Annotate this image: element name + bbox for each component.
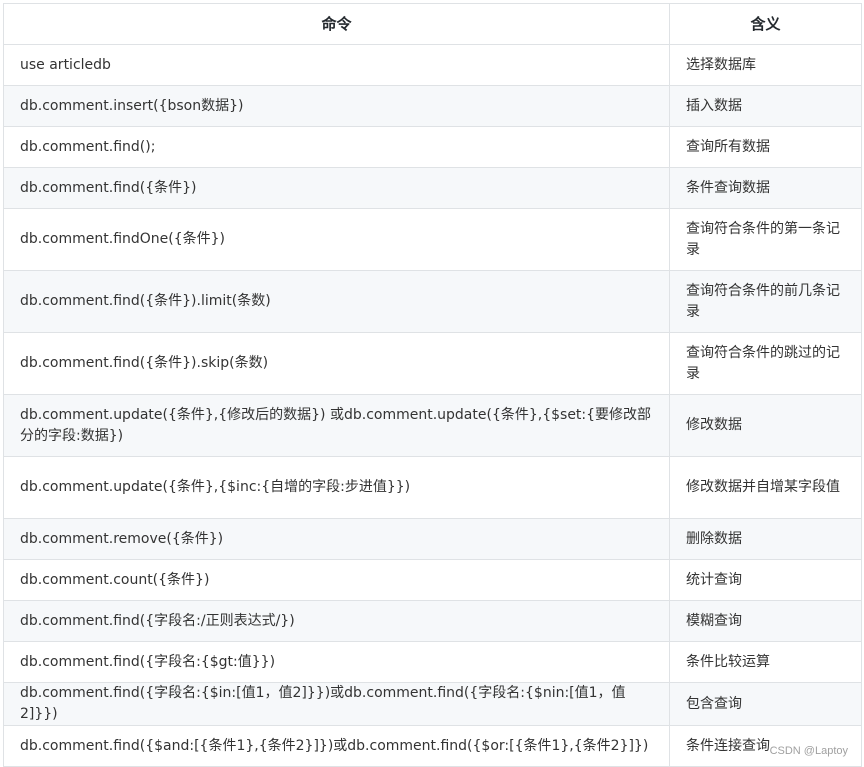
table-row: db.comment.find({条件}).skip(条数) 查询符合条件的跳过… (3, 332, 862, 395)
command-cell: db.comment.find(); (3, 126, 670, 168)
csdn-watermark: CSDN @Laptoy (769, 745, 848, 757)
mongodb-command-table-container: 命令 含义 use articledb 选择数据库 db.comment.ins… (3, 3, 862, 767)
table-row: db.comment.find({字段名:{$in:[值1，值2]}})或db.… (3, 682, 862, 726)
command-cell: db.comment.findOne({条件}) (3, 208, 670, 271)
command-cell: db.comment.find({条件}) (3, 167, 670, 209)
command-cell: db.comment.find({字段名:{$gt:值}}) (3, 641, 670, 683)
command-cell: db.comment.find({条件}).limit(条数) (3, 270, 670, 333)
command-cell: use articledb (3, 44, 670, 86)
command-cell: db.comment.update({条件},{修改后的数据}) 或db.com… (3, 394, 670, 457)
meaning-cell: 修改数据 (669, 394, 862, 457)
table-row: db.comment.find({$and:[{条件1},{条件2}]})或db… (3, 725, 862, 767)
command-cell: db.comment.find({字段名:{$in:[值1，值2]}})或db.… (3, 682, 670, 726)
command-cell: db.comment.find({$and:[{条件1},{条件2}]})或db… (3, 725, 670, 767)
table-row: db.comment.update({条件},{修改后的数据}) 或db.com… (3, 394, 862, 457)
command-cell: db.comment.find({字段名:/正则表达式/}) (3, 600, 670, 642)
meaning-cell: 条件比较运算 (669, 641, 862, 683)
command-cell: db.comment.count({条件}) (3, 559, 670, 601)
meaning-cell: 删除数据 (669, 518, 862, 560)
table-row: db.comment.find({条件}).limit(条数) 查询符合条件的前… (3, 270, 862, 333)
table-row: db.comment.findOne({条件}) 查询符合条件的第一条记录 (3, 208, 862, 271)
table-row: db.comment.find({字段名:/正则表达式/}) 模糊查询 (3, 600, 862, 642)
command-cell: db.comment.remove({条件}) (3, 518, 670, 560)
table-row: db.comment.find(); 查询所有数据 (3, 126, 862, 168)
table-header-row: 命令 含义 (3, 3, 862, 45)
header-command: 命令 (3, 3, 670, 45)
command-cell: db.comment.update({条件},{$inc:{自增的字段:步进值}… (3, 456, 670, 519)
mongodb-command-table: 命令 含义 use articledb 选择数据库 db.comment.ins… (3, 3, 862, 767)
meaning-cell: 统计查询 (669, 559, 862, 601)
meaning-cell: 查询符合条件的第一条记录 (669, 208, 862, 271)
meaning-cell: 修改数据并自增某字段值 (669, 456, 862, 519)
table-row: db.comment.count({条件}) 统计查询 (3, 559, 862, 601)
meaning-cell: 查询符合条件的前几条记录 (669, 270, 862, 333)
meaning-cell: 查询所有数据 (669, 126, 862, 168)
table-row: db.comment.insert({bson数据}) 插入数据 (3, 85, 862, 127)
table-row: db.comment.find({条件}) 条件查询数据 (3, 167, 862, 209)
table-row: db.comment.find({字段名:{$gt:值}}) 条件比较运算 (3, 641, 862, 683)
table-row: db.comment.update({条件},{$inc:{自增的字段:步进值}… (3, 456, 862, 519)
table-row: use articledb 选择数据库 (3, 44, 862, 86)
command-cell: db.comment.find({条件}).skip(条数) (3, 332, 670, 395)
meaning-cell: 选择数据库 (669, 44, 862, 86)
meaning-cell: 包含查询 (669, 682, 862, 726)
command-cell: db.comment.insert({bson数据}) (3, 85, 670, 127)
table-row: db.comment.remove({条件}) 删除数据 (3, 518, 862, 560)
meaning-cell: 查询符合条件的跳过的记录 (669, 332, 862, 395)
meaning-cell: 插入数据 (669, 85, 862, 127)
header-meaning: 含义 (669, 3, 862, 45)
meaning-cell: 条件查询数据 (669, 167, 862, 209)
meaning-cell: 模糊查询 (669, 600, 862, 642)
